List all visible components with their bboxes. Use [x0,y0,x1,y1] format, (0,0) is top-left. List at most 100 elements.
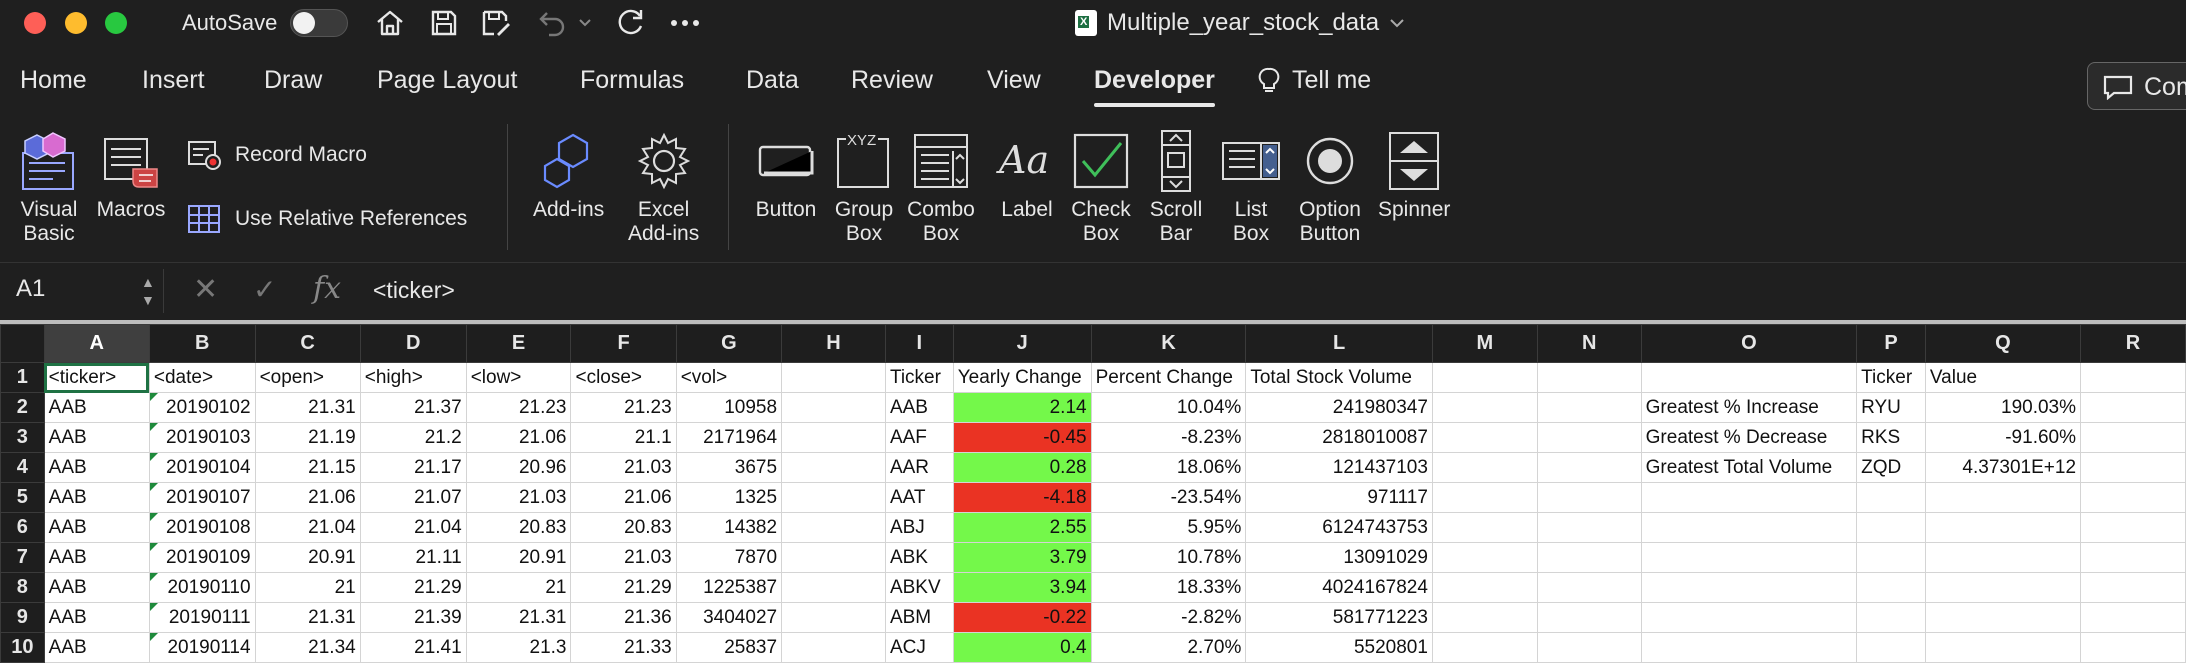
cell-e2[interactable]: 21.23 [465,392,572,423]
tab-draw[interactable]: Draw [264,66,322,95]
group-box-control[interactable]: XYZ Group Box [829,126,899,246]
row-header-6[interactable]: 6 [0,512,45,543]
cell-q7[interactable] [1924,542,2082,573]
cell-f2[interactable]: 21.23 [570,392,677,423]
cell-n6[interactable] [1536,512,1642,543]
cell-e7[interactable]: 20.91 [465,542,572,573]
cell-d4[interactable]: 21.17 [359,452,467,483]
cell-r8[interactable] [2080,572,2186,603]
list-box-control[interactable]: List Box [1216,126,1286,246]
cell-r2[interactable] [2080,392,2186,423]
cell-e5[interactable]: 21.03 [465,482,572,513]
cell-k6[interactable]: 5.95% [1090,512,1247,543]
cell-g7[interactable]: 7870 [675,542,783,573]
row-header-10[interactable]: 10 [0,632,45,663]
cell-c3[interactable]: 21.19 [254,422,361,453]
cell-n4[interactable] [1536,452,1642,483]
row-header-8[interactable]: 8 [0,572,45,603]
cell-q3[interactable]: -91.60% [1924,422,2082,453]
cell-l5[interactable]: 971117 [1245,482,1433,513]
cell-e9[interactable]: 21.31 [465,602,572,633]
cell-f9[interactable]: 21.36 [570,602,677,633]
cell-m1[interactable] [1431,362,1538,393]
cell-c1[interactable]: <open> [254,362,361,393]
cell-o3[interactable]: Greatest % Decrease [1640,422,1858,453]
row-header-4[interactable]: 4 [0,452,45,483]
cell-r1[interactable] [2080,362,2186,393]
cell-o5[interactable] [1640,482,1858,513]
cell-g1[interactable]: <vol> [675,362,783,393]
cell-c10[interactable]: 21.34 [254,632,361,663]
cell-r7[interactable] [2080,542,2186,573]
column-header-p[interactable]: P [1856,324,1926,363]
cell-b6[interactable]: 20190108 [148,512,256,543]
cell-o9[interactable] [1640,602,1858,633]
column-header-b[interactable]: B [148,324,256,363]
cell-p5[interactable] [1856,482,1926,513]
cell-k8[interactable]: 18.33% [1090,572,1247,603]
row-header-9[interactable]: 9 [0,602,45,633]
save-as-icon[interactable] [479,8,513,38]
cell-j3[interactable]: -0.45 [952,422,1092,453]
cell-o7[interactable] [1640,542,1858,573]
cell-o4[interactable]: Greatest Total Volume [1640,452,1858,483]
cell-b10[interactable]: 20190114 [148,632,256,663]
cell-g5[interactable]: 1325 [675,482,783,513]
cell-f7[interactable]: 21.03 [570,542,677,573]
cell-j9[interactable]: -0.22 [952,602,1092,633]
cell-i8[interactable]: ABKV [884,572,954,603]
column-header-g[interactable]: G [675,324,783,363]
cell-j8[interactable]: 3.94 [952,572,1092,603]
cell-l7[interactable]: 13091029 [1245,542,1433,573]
row-header-2[interactable]: 2 [0,392,45,423]
tab-page-layout[interactable]: Page Layout [377,66,517,95]
cell-d7[interactable]: 21.11 [359,542,467,573]
cell-p3[interactable]: RKS [1856,422,1926,453]
cell-c2[interactable]: 21.31 [254,392,361,423]
cell-l9[interactable]: 581771223 [1245,602,1433,633]
cell-n5[interactable] [1536,482,1642,513]
cell-a8[interactable]: AAB [43,572,150,603]
cell-i4[interactable]: AAR [884,452,954,483]
cell-g8[interactable]: 1225387 [675,572,783,603]
cell-i2[interactable]: AAB [884,392,954,423]
cancel-formula-icon[interactable]: ✕ [193,272,218,307]
column-header-f[interactable]: F [570,324,677,363]
cell-q1[interactable]: Value [1924,362,2082,393]
cell-a2[interactable]: AAB [43,392,150,423]
cell-f3[interactable]: 21.1 [570,422,677,453]
cell-m10[interactable] [1431,632,1538,663]
cell-f4[interactable]: 21.03 [570,452,677,483]
cell-d10[interactable]: 21.41 [359,632,467,663]
cell-o10[interactable] [1640,632,1858,663]
column-header-i[interactable]: I [884,324,954,363]
cell-n8[interactable] [1536,572,1642,603]
cell-r10[interactable] [2080,632,2186,663]
row-header-5[interactable]: 5 [0,482,45,513]
cell-m9[interactable] [1431,602,1538,633]
cell-h6[interactable] [781,512,886,543]
cell-n3[interactable] [1536,422,1642,453]
tab-home[interactable]: Home [20,66,87,95]
tab-formulas[interactable]: Formulas [580,66,684,95]
more-icon[interactable] [668,8,702,38]
cell-e8[interactable]: 21 [465,572,572,603]
cell-h4[interactable] [781,452,886,483]
cell-a5[interactable]: AAB [43,482,150,513]
cell-o6[interactable] [1640,512,1858,543]
cell-q8[interactable] [1924,572,2082,603]
column-header-a[interactable]: A [43,324,150,363]
cell-b8[interactable]: 20190110 [148,572,256,603]
cell-l1[interactable]: Total Stock Volume [1245,362,1433,393]
cell-c6[interactable]: 21.04 [254,512,361,543]
cell-q2[interactable]: 190.03% [1924,392,2082,423]
cell-a9[interactable]: AAB [43,602,150,633]
cell-j7[interactable]: 3.79 [952,542,1092,573]
cell-o1[interactable] [1640,362,1858,393]
cell-c9[interactable]: 21.31 [254,602,361,633]
cell-n9[interactable] [1536,602,1642,633]
column-header-n[interactable]: N [1536,324,1642,363]
record-macro-button[interactable]: Record Macro [187,140,367,170]
tab-review[interactable]: Review [851,66,933,95]
cell-m5[interactable] [1431,482,1538,513]
